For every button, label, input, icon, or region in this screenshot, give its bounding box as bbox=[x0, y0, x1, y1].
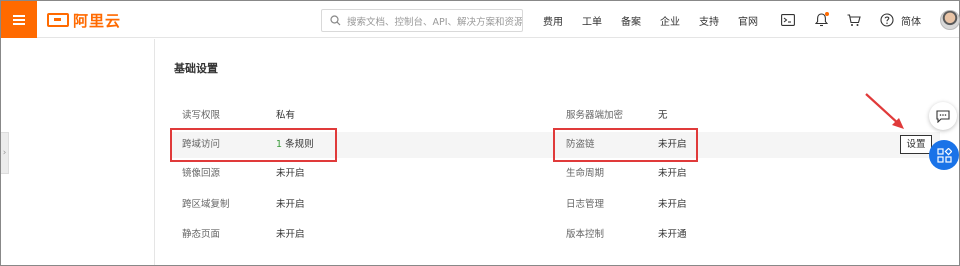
setting-label-server-encryption: 服务器端加密 bbox=[566, 110, 624, 121]
setting-label-static-pages: 静态页面 bbox=[182, 229, 221, 240]
chat-message-button[interactable] bbox=[929, 102, 957, 130]
help-icon[interactable] bbox=[878, 11, 896, 29]
user-avatar[interactable] bbox=[940, 10, 960, 30]
setting-label-read-write-permission: 读写权限 bbox=[182, 110, 221, 121]
nav-item-support[interactable]: 支持 bbox=[699, 13, 719, 28]
chevron-right-icon: › bbox=[2, 148, 7, 158]
section-title: 基础设置 bbox=[174, 62, 218, 75]
aliyun-logo[interactable]: 阿里云 bbox=[47, 11, 122, 30]
setting-label-mirror-back-to-origin: 镜像回源 bbox=[182, 168, 221, 179]
annotation-arrow-icon bbox=[865, 93, 904, 129]
logo-text: 阿里云 bbox=[73, 11, 122, 30]
nav-item-billing[interactable]: 费用 bbox=[543, 13, 563, 28]
search-placeholder: 搜索文档、控制台、API、解决方案和资源 bbox=[347, 16, 522, 28]
terminal-icon[interactable] bbox=[779, 11, 797, 29]
setting-label-cross-region-replication: 跨区域复制 bbox=[182, 199, 230, 210]
setting-value-lifecycle: 未开启 bbox=[658, 168, 687, 179]
hamburger-menu-button[interactable] bbox=[1, 1, 37, 38]
top-navigation-bar: 阿里云 搜索文档、控制台、API、解决方案和资源 费用 工单 备案 企业 支持 … bbox=[1, 1, 960, 38]
settings-row: 读写权限 私有 服务器端加密 无 bbox=[170, 103, 940, 129]
setting-value-server-encryption: 无 bbox=[658, 110, 668, 121]
language-switch[interactable]: 简体 bbox=[901, 13, 921, 28]
setting-value-static-pages: 未开启 bbox=[276, 229, 305, 240]
settings-row: 静态页面 未开启 版本控制 未开通 bbox=[170, 222, 940, 248]
setting-value-log-management: 未开启 bbox=[658, 199, 687, 210]
setting-label-versioning: 版本控制 bbox=[566, 229, 605, 240]
setting-label-lifecycle: 生命周期 bbox=[566, 168, 605, 179]
setting-value-versioning: 未开通 bbox=[658, 229, 687, 240]
setting-label-log-management: 日志管理 bbox=[566, 199, 605, 210]
global-search-input[interactable]: 搜索文档、控制台、API、解决方案和资源 bbox=[321, 9, 523, 32]
nav-item-icp-filing[interactable]: 备案 bbox=[621, 13, 641, 28]
sidebar-collapse-handle[interactable]: › bbox=[1, 132, 9, 174]
nav-item-enterprise[interactable]: 企业 bbox=[660, 13, 680, 28]
settings-row: 镜像回源 未开启 生命周期 未开启 bbox=[170, 161, 940, 187]
bell-icon[interactable] bbox=[812, 11, 830, 29]
search-icon bbox=[330, 15, 341, 26]
nav-item-tickets[interactable]: 工单 bbox=[582, 13, 602, 28]
aliyun-logo-icon bbox=[47, 13, 69, 27]
setting-value-mirror-back-to-origin: 未开启 bbox=[276, 168, 305, 179]
settings-row: 跨区域复制 未开启 日志管理 未开启 bbox=[170, 192, 940, 218]
settings-button[interactable]: 设置 bbox=[900, 135, 932, 154]
left-sidebar bbox=[1, 39, 155, 265]
top-nav-links: 费用 工单 备案 企业 支持 官网 bbox=[543, 13, 777, 28]
cart-icon[interactable] bbox=[845, 11, 863, 29]
annotation-box-cors bbox=[170, 128, 337, 162]
message-icon bbox=[936, 109, 950, 123]
app-launcher-button[interactable] bbox=[929, 140, 959, 170]
apps-grid-icon bbox=[936, 147, 952, 163]
hamburger-icon bbox=[13, 14, 25, 25]
nav-item-official-site[interactable]: 官网 bbox=[738, 13, 758, 28]
setting-value-read-write-permission: 私有 bbox=[276, 110, 296, 121]
setting-value-cross-region-replication: 未开启 bbox=[276, 199, 305, 210]
top-nav-icons bbox=[779, 11, 911, 29]
annotation-box-hotlink bbox=[553, 128, 698, 162]
notification-dot bbox=[825, 12, 829, 16]
